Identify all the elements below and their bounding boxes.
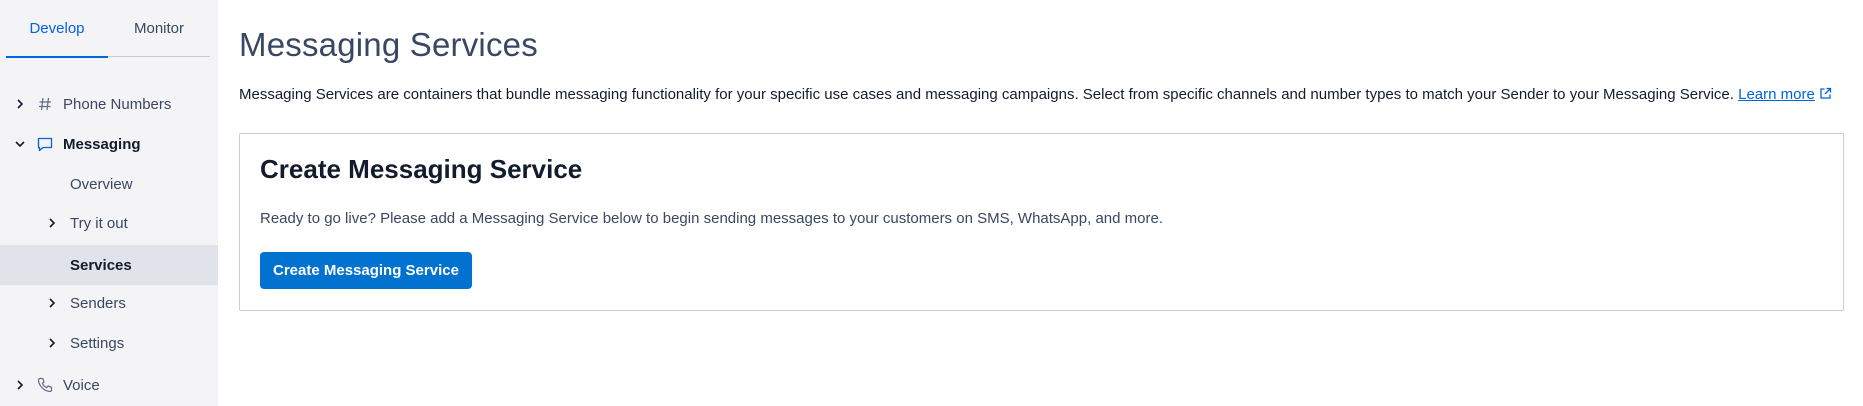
chevron-right-icon bbox=[45, 216, 59, 230]
sidebar-item-overview[interactable]: Overview bbox=[0, 164, 218, 204]
sidebar-item-senders[interactable]: Senders bbox=[0, 283, 218, 323]
sidebar: Develop Monitor Phone Numbers Messaging bbox=[0, 0, 218, 406]
sidebar-item-label: Overview bbox=[70, 175, 133, 193]
page-description: Messaging Services are containers that b… bbox=[239, 86, 1832, 103]
chat-bubble-icon bbox=[36, 135, 54, 153]
learn-more-link[interactable]: Learn more bbox=[1738, 86, 1815, 103]
app: Develop Monitor Phone Numbers Messaging bbox=[0, 0, 1863, 406]
sidebar-item-label: Try it out bbox=[70, 214, 128, 232]
main-content: Messaging Services Messaging Services ar… bbox=[218, 0, 1863, 406]
page-title: Messaging Services bbox=[239, 26, 538, 63]
sidebar-item-label: Phone Numbers bbox=[63, 95, 172, 113]
sidebar-item-label: Services bbox=[70, 256, 132, 274]
sidebar-item-label: Senders bbox=[70, 294, 126, 312]
create-service-card: Create Messaging Service Ready to go liv… bbox=[239, 133, 1844, 311]
chevron-right-icon bbox=[45, 296, 59, 310]
external-link-icon[interactable] bbox=[1819, 87, 1832, 100]
sidebar-tabs: Develop Monitor bbox=[6, 0, 210, 58]
sidebar-item-label: Settings bbox=[70, 334, 125, 352]
chevron-down-icon bbox=[13, 137, 27, 151]
card-title: Create Messaging Service bbox=[260, 154, 583, 184]
chevron-right-icon bbox=[13, 97, 27, 111]
phone-icon bbox=[36, 376, 54, 394]
chevron-right-icon bbox=[45, 336, 59, 350]
hash-icon bbox=[36, 95, 54, 113]
sidebar-item-phone-numbers[interactable]: Phone Numbers bbox=[0, 84, 218, 124]
sidebar-item-settings[interactable]: Settings bbox=[0, 323, 218, 363]
sidebar-item-label: Messaging bbox=[63, 135, 141, 153]
sidebar-item-try-it-out[interactable]: Try it out bbox=[0, 203, 218, 243]
sidebar-item-services[interactable]: Services bbox=[0, 245, 218, 285]
chevron-right-icon bbox=[13, 378, 27, 392]
sidebar-item-messaging[interactable]: Messaging bbox=[0, 124, 218, 164]
description-text: Messaging Services are containers that b… bbox=[239, 86, 1734, 103]
tab-monitor[interactable]: Monitor bbox=[108, 0, 210, 57]
sidebar-item-label: Voice bbox=[63, 376, 100, 394]
card-text: Ready to go live? Please add a Messaging… bbox=[260, 210, 1163, 227]
sidebar-item-voice[interactable]: Voice bbox=[0, 365, 218, 405]
tab-develop[interactable]: Develop bbox=[6, 0, 108, 58]
create-messaging-service-button[interactable]: Create Messaging Service bbox=[260, 252, 472, 289]
